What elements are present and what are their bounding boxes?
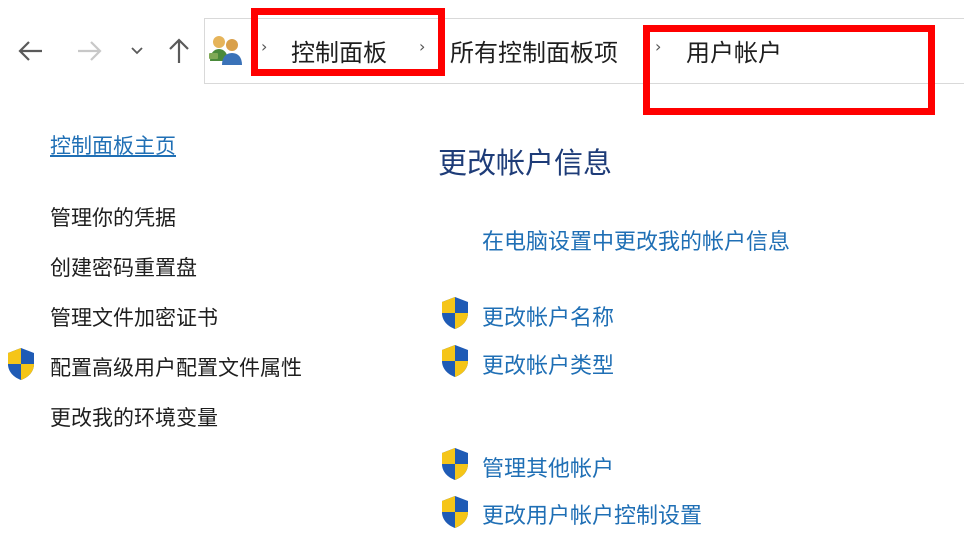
uac-shield-icon [442,496,468,528]
breadcrumb-user-accounts[interactable]: 用户帐户 [686,33,782,68]
breadcrumb-separator-icon[interactable]: › [655,37,661,56]
sidebar-item-advanced-profile-props[interactable]: 配置高级用户配置文件属性 [50,352,302,382]
address-bar[interactable]: › 控制面板 › 所有控制面板项 › 用户帐户 [204,18,964,84]
uac-shield-icon [8,348,34,380]
breadcrumb-control-panel[interactable]: 控制面板 [291,33,387,68]
sidebar-item-password-reset-disk[interactable]: 创建密码重置盘 [50,252,197,282]
sidebar-item-environment-variables[interactable]: 更改我的环境变量 [50,402,218,432]
task-manage-other-accounts[interactable]: 管理其他帐户 [482,451,614,483]
uac-shield-icon [442,448,468,480]
chevron-down-icon [131,47,143,55]
up-arrow-icon [169,38,189,63]
recent-locations-button[interactable] [126,26,148,76]
back-arrow-icon [18,41,42,61]
sidebar-item-file-encryption-certs[interactable]: 管理文件加密证书 [50,302,218,332]
sidebar-item-manage-credentials[interactable]: 管理你的凭据 [50,202,176,232]
task-change-account-name[interactable]: 更改帐户名称 [482,300,614,332]
forward-arrow-icon [78,41,102,61]
up-button[interactable] [162,26,196,76]
task-change-uac-settings[interactable]: 更改用户帐户控制设置 [482,498,702,530]
forward-button[interactable] [72,26,106,76]
uac-shield-icon [442,297,468,329]
uac-shield-icon [442,345,468,377]
breadcrumb-all-items[interactable]: 所有控制面板项 [450,33,618,68]
breadcrumb-separator-icon[interactable]: › [419,37,425,56]
task-change-account-info-in-settings[interactable]: 在电脑设置中更改我的帐户信息 [482,224,790,256]
page-title: 更改帐户信息 [438,146,613,180]
user-accounts-icon [209,36,242,65]
breadcrumb-separator-icon: › [261,37,268,56]
sidebar-home-link[interactable]: 控制面板主页 [50,130,176,160]
back-button[interactable] [14,26,48,76]
task-change-account-type[interactable]: 更改帐户类型 [482,348,614,380]
